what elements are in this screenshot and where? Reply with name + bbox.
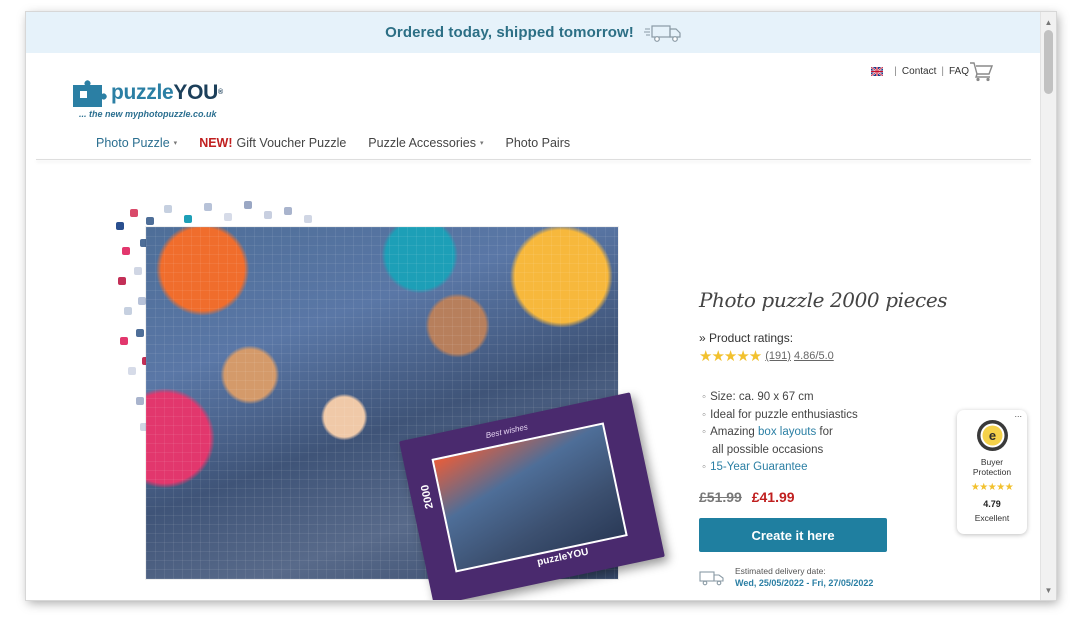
shipping-banner: Ordered today, shipped tomorrow! — [26, 12, 1041, 53]
rating-count-link[interactable]: (191) — [765, 350, 791, 362]
nav-accessories-label: Puzzle Accessories — [368, 136, 476, 150]
nav-accessories[interactable]: Puzzle Accessories ▾ — [368, 136, 483, 150]
top-links-separator: | — [894, 66, 897, 77]
scroll-up-icon[interactable]: ▲ — [1041, 16, 1056, 30]
feature-amazing: Amazing — [710, 426, 755, 438]
puzzle-piece — [122, 247, 130, 255]
puzzle-piece — [120, 337, 128, 345]
bullet-icon: ◦ — [702, 391, 707, 403]
nav-photo-puzzle-label: Photo Puzzle — [96, 136, 170, 150]
puzzle-piece — [264, 211, 272, 219]
vertical-scrollbar[interactable]: ▲ ▼ — [1040, 12, 1056, 600]
rating-score-link[interactable]: 4.86/5.0 — [794, 350, 834, 362]
delivery-dates: Wed, 25/05/2022 - Fri, 27/05/2022 — [735, 578, 874, 588]
box-caption: Best wishes — [484, 422, 529, 441]
nav-gift-voucher-label: Gift Voucher Puzzle — [236, 136, 347, 150]
create-it-here-button[interactable]: Create it here — [699, 518, 887, 552]
box-layouts-link[interactable]: box layouts — [758, 426, 816, 438]
feature-amazing-suffix: for — [819, 426, 833, 438]
feature-item: ◦ Size: ca. 90 x 67 cm — [702, 389, 858, 407]
contact-link[interactable]: Contact — [902, 66, 936, 77]
top-links: | Contact | FAQ — [871, 66, 969, 77]
bullet-icon: ◦ — [702, 408, 707, 421]
puzzle-piece — [204, 203, 212, 211]
puzzle-piece — [304, 215, 312, 223]
logo-word-you: YOU — [173, 81, 218, 104]
puzzle-piece — [284, 207, 292, 215]
puzzle-piece — [130, 209, 138, 217]
more-options-icon[interactable]: ... — [1014, 409, 1022, 419]
chevron-down-icon: ▾ — [173, 140, 178, 147]
puzzle-piece — [146, 217, 154, 225]
trust-label-line2: Protection — [972, 467, 1012, 477]
product-title: Photo puzzle 2000 pieces — [699, 288, 948, 312]
rating-row: ★★★★★ (191) 4.86/5.0 — [699, 347, 834, 365]
guarantee-link[interactable]: 15-Year Guarantee — [710, 461, 807, 473]
delivery-label: Estimated delivery date: — [735, 566, 826, 576]
truck-icon — [643, 24, 681, 42]
product-image[interactable]: Best wishes 2000 puzzleYOU — [106, 197, 666, 600]
trust-seal-icon: e — [977, 420, 1008, 451]
browser-window: Ordered today, shipped tomorrow! puzzleY… — [26, 12, 1056, 600]
puzzle-piece — [164, 205, 172, 213]
puzzle-piece — [116, 222, 124, 230]
puzzle-piece — [138, 297, 146, 305]
nav-photo-pairs-label: Photo Pairs — [505, 136, 571, 150]
rating-stars: ★★★★★ — [699, 348, 762, 365]
bullet-icon: ◦ — [702, 461, 707, 473]
logo-wordmark: puzzleYOU® — [111, 79, 223, 107]
feature-item-continuation: all possible occasions — [712, 443, 824, 456]
puzzle-logo-icon — [73, 80, 107, 107]
puzzle-piece — [134, 267, 142, 275]
logo-registered-mark: ® — [217, 89, 223, 96]
trust-stars: ★★★★★ — [970, 482, 1014, 493]
page-content: Ordered today, shipped tomorrow! puzzleY… — [26, 12, 1041, 600]
box-photo — [431, 422, 628, 573]
puzzle-piece — [118, 277, 126, 285]
feature-list: ◦ Size: ca. 90 x 67 cm ◦ Ideal for puzzle … — [702, 389, 858, 477]
scroll-down-icon[interactable]: ▼ — [1041, 584, 1056, 598]
trust-badge[interactable]: ... e Buyer Protection ★★★★★ 4.79 Excell… — [957, 409, 1027, 534]
puzzle-piece — [128, 367, 136, 375]
bullet-icon: ◦ — [702, 426, 707, 438]
puzzle-piece — [136, 329, 144, 337]
puzzle-piece — [124, 307, 132, 315]
trust-score: 4.79 — [983, 499, 1001, 509]
uk-flag-icon[interactable] — [871, 67, 884, 76]
feature-item: ◦ Amazing box layouts for — [702, 424, 858, 442]
feature-ideal: Ideal for puzzle enthusiastics — [710, 408, 858, 421]
faq-link[interactable]: FAQ — [949, 66, 969, 77]
site-logo[interactable]: puzzleYOU® — [71, 79, 223, 109]
price-row: £51.99 £41.99 — [699, 489, 795, 505]
new-badge: NEW! — [199, 136, 233, 150]
trust-label: Buyer Protection — [957, 457, 1027, 477]
puzzle-piece — [136, 397, 144, 405]
feature-item: ◦ Ideal for puzzle enthusiastics — [702, 407, 858, 425]
main-nav: Photo Puzzle ▾ NEW! Gift Voucher Puzzle … — [96, 136, 592, 150]
feature-size: Size: ca. 90 x 67 cm — [710, 391, 814, 403]
old-price: £51.99 — [699, 489, 742, 505]
banner-text: Ordered today, shipped tomorrow! — [385, 24, 634, 41]
trust-rating-word: Excellent — [974, 513, 1010, 523]
logo-tagline: ... the new myphotopuzzle.co.uk — [79, 109, 217, 119]
trust-label-line1: Buyer — [980, 457, 1004, 467]
logo-word-puzzle: puzzle — [111, 81, 174, 104]
top-links-separator: | — [941, 66, 944, 77]
nav-gift-voucher[interactable]: NEW! Gift Voucher Puzzle — [199, 136, 346, 150]
puzzle-piece — [244, 201, 252, 209]
nav-photo-pairs[interactable]: Photo Pairs — [506, 136, 571, 150]
box-piece-count: 2000 — [419, 483, 436, 510]
ratings-label: » Product ratings: — [699, 331, 794, 345]
cart-icon[interactable] — [969, 60, 993, 82]
puzzle-piece — [224, 213, 232, 221]
delivery-truck-icon — [699, 571, 724, 586]
feature-item: ◦ 15-Year Guarantee — [702, 459, 858, 477]
sale-price: £41.99 — [751, 489, 795, 505]
puzzle-piece — [184, 215, 192, 223]
svg-text:e: e — [989, 428, 996, 443]
nav-photo-puzzle[interactable]: Photo Puzzle ▾ — [96, 136, 177, 150]
nav-divider — [36, 159, 1031, 160]
scroll-thumb[interactable] — [1044, 30, 1053, 94]
chevron-down-icon: ▾ — [479, 140, 484, 147]
